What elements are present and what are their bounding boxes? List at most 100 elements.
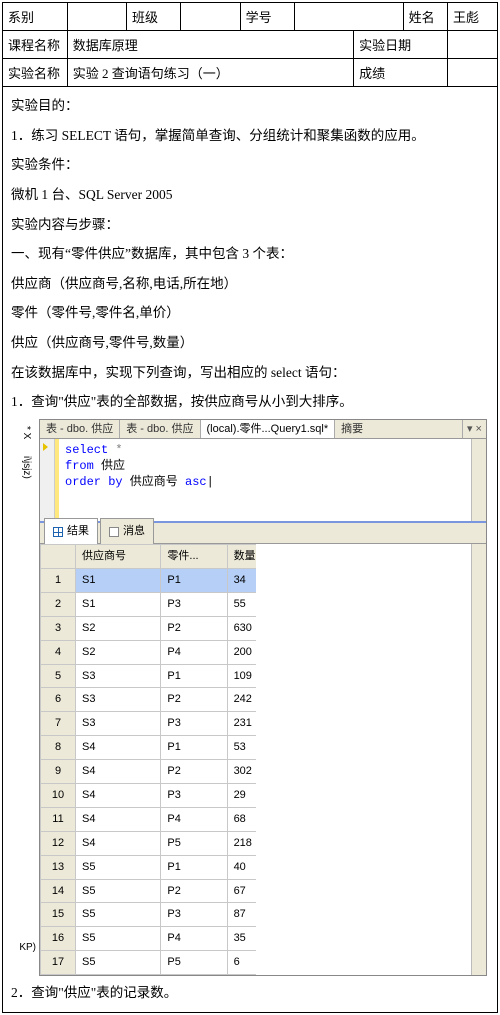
table-row[interactable]: 6S3P2242 [41,688,256,712]
col-supplier[interactable]: 供应商号 [76,545,161,569]
table-row[interactable]: 17S5P56 [41,951,256,975]
cell-supplier: S5 [76,855,161,879]
table-row[interactable]: 10S4P329 [41,783,256,807]
cell-part: P2 [161,760,227,784]
ssms-screenshot: * X i\jsjz) KP) 表 - dbo. 供应 表 - dbo. 供应 … [39,419,487,976]
table-row[interactable]: 16S5P435 [41,927,256,951]
cell-qty: 29 [227,783,255,807]
cell-qty: 35 [227,927,255,951]
table-row[interactable]: 4S2P4200 [41,640,256,664]
row-number: 13 [41,855,76,879]
table-row[interactable]: 5S3P1109 [41,664,256,688]
doc-tab-summary[interactable]: 摘要 [335,420,463,439]
cell-supplier: S3 [76,688,161,712]
class-value [181,3,240,31]
col-part[interactable]: 零件... [161,545,227,569]
cell-qty: 6 [227,951,255,975]
row-number: 17 [41,951,76,975]
score-value [448,59,497,87]
results-tab[interactable]: 结果 [44,518,98,544]
cell-qty: 630 [227,616,255,640]
table-row[interactable]: 2S1P355 [41,592,256,616]
col-qty[interactable]: 数量 [227,545,255,569]
class-label: 班级 [126,3,180,31]
sid-label: 学号 [240,3,294,31]
cell-part: P3 [161,783,227,807]
cell-part: P5 [161,951,227,975]
cell-part: P3 [161,592,227,616]
cell-qty: 218 [227,831,255,855]
object-explorer-strip: * X i\jsjz) KP) [14,420,38,975]
cell-supplier: S3 [76,664,161,688]
row-number: 5 [41,664,76,688]
editor-gutter [40,439,55,521]
question-2: 2．查询"供应"表的记录数。 [11,980,489,1006]
row-number: 16 [41,927,76,951]
table-row[interactable]: 15S5P387 [41,903,256,927]
table-row[interactable]: 9S4P2302 [41,760,256,784]
row-number: 12 [41,831,76,855]
messages-tab[interactable]: 消息 [100,518,154,544]
steps-title: 实验内容与步骤： [11,212,489,238]
cell-qty: 67 [227,879,255,903]
cell-qty: 87 [227,903,255,927]
exp-value: 实验 2 查询语句练习（一） [67,59,353,87]
tab-overflow-icon[interactable]: ▾ × [463,420,486,439]
name-label: 姓名 [403,3,447,31]
explorer-node: i\jsjz) [17,456,36,479]
result-tab-strip: 结果 消息 [40,523,486,544]
cell-supplier: S4 [76,736,161,760]
table-def-2: 零件（零件号,零件名,单价） [11,300,489,326]
cell-part: P4 [161,927,227,951]
sql-editor[interactable]: select * from 供应 order by 供应商号 asc| [40,439,486,523]
cell-qty: 53 [227,736,255,760]
table-row[interactable]: 1S1P134 [41,568,256,592]
purpose-1: 1．练习 SELECT 语句，掌握简单查询、分组统计和聚集函数的应用。 [11,123,489,149]
table-row[interactable]: 11S4P468 [41,807,256,831]
cell-supplier: S5 [76,903,161,927]
messages-tab-label: 消息 [123,521,145,542]
result-grid[interactable]: 供应商号 零件... 数量 1S1P1342S1P3553S2P26304S2P… [40,544,256,975]
cell-qty: 40 [227,855,255,879]
row-number: 15 [41,903,76,927]
table-row[interactable]: 3S2P2630 [41,616,256,640]
cell-part: P1 [161,736,227,760]
table-row[interactable]: 13S5P140 [41,855,256,879]
doc-tab-active[interactable]: (local).零件...Query1.sql* [201,420,336,439]
cell-supplier: S1 [76,568,161,592]
cell-part: P3 [161,903,227,927]
table-row[interactable]: 8S4P153 [41,736,256,760]
row-number: 14 [41,879,76,903]
cell-qty: 231 [227,712,255,736]
cell-part: P3 [161,712,227,736]
table-def-1: 供应商（供应商号,名称,电话,所在地） [11,271,489,297]
dept-value [67,3,126,31]
cell-qty: 242 [227,688,255,712]
grid-scrollbar[interactable] [471,544,486,975]
cell-supplier: S2 [76,616,161,640]
doc-tab-2[interactable]: 表 - dbo. 供应 [120,420,200,439]
table-row[interactable]: 7S3P3231 [41,712,256,736]
table-row[interactable]: 14S5P267 [41,879,256,903]
exp-label: 实验名称 [3,59,67,87]
table-row[interactable]: 12S4P5218 [41,831,256,855]
row-number: 3 [41,616,76,640]
row-number: 9 [41,760,76,784]
cell-qty: 200 [227,640,255,664]
sql-code[interactable]: select * from 供应 order by 供应商号 asc| [59,439,471,521]
grid-corner [41,545,76,569]
name-value: 王彪 [448,3,497,31]
editor-scrollbar[interactable] [471,439,486,521]
cell-supplier: S5 [76,927,161,951]
doc-tab-1[interactable]: 表 - dbo. 供应 [40,420,120,439]
cell-supplier: S4 [76,807,161,831]
cell-part: P1 [161,568,227,592]
cell-part: P2 [161,879,227,903]
cell-part: P4 [161,640,227,664]
cell-qty: 34 [227,568,255,592]
cell-part: P5 [161,831,227,855]
cell-supplier: S2 [76,640,161,664]
dept-label: 系别 [3,3,67,31]
date-value [448,31,497,59]
row-number: 6 [41,688,76,712]
